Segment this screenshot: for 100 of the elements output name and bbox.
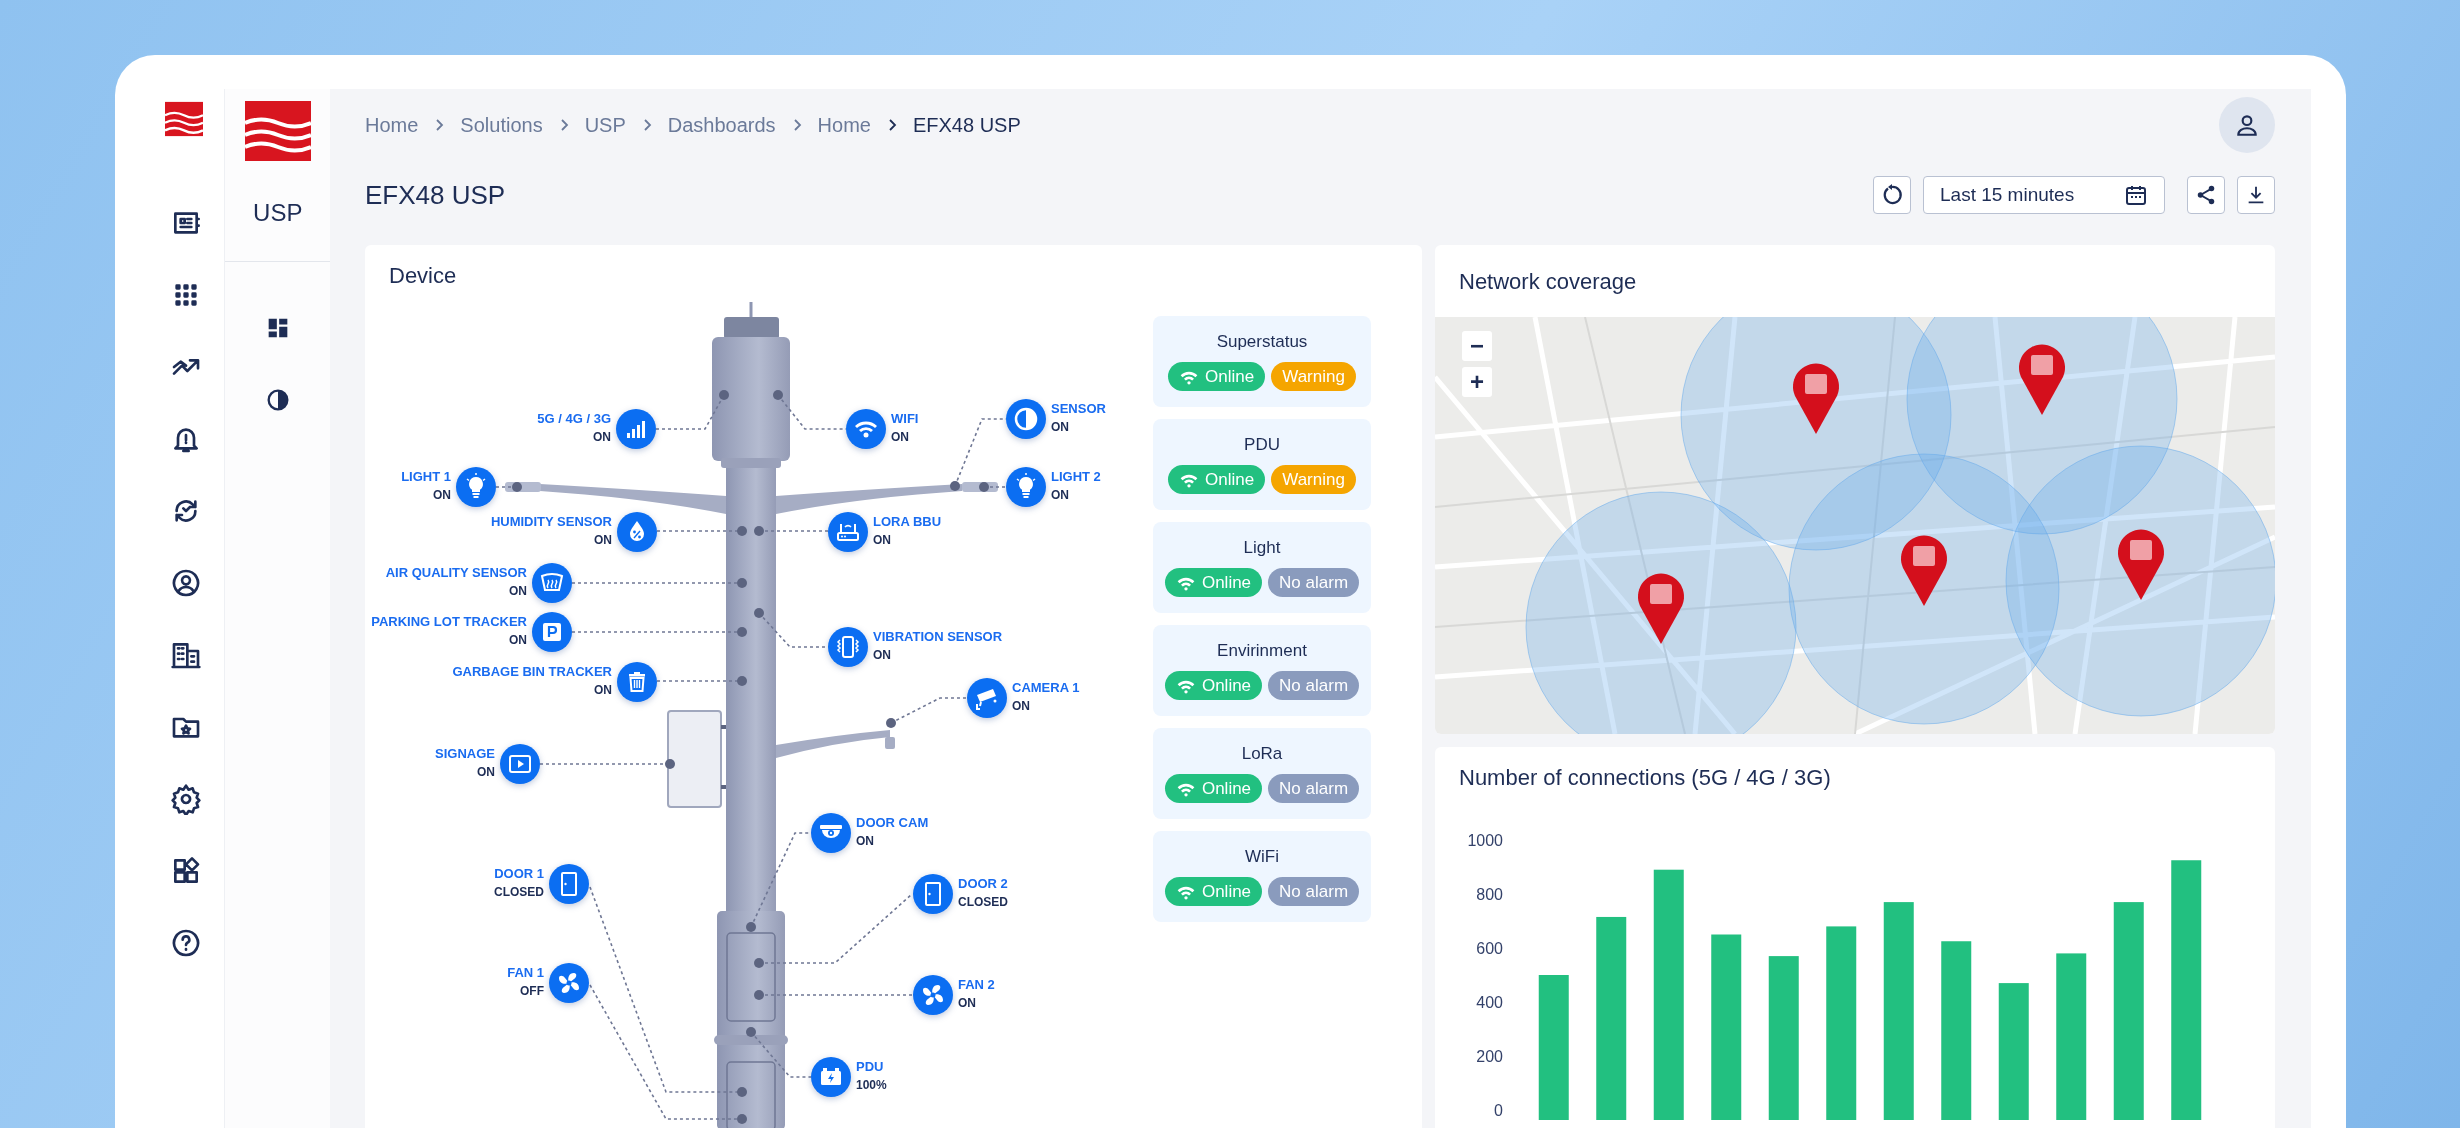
device-status: ON <box>593 429 611 446</box>
time-range-field[interactable]: Last 15 minutes <box>1923 176 2165 214</box>
breadcrumb-link[interactable]: Solutions <box>460 113 543 137</box>
device-status: CLOSED <box>958 894 1008 911</box>
leader-line <box>495 482 522 492</box>
online-badge: Online <box>1168 362 1266 391</box>
bulb-device-icon[interactable] <box>456 467 496 507</box>
map-pin-icon[interactable] <box>2019 344 2065 415</box>
status-name: WiFi <box>1245 847 1279 867</box>
axis-tick-label: 200 <box>1476 1048 1503 1065</box>
axis-tick-label: 0 <box>1494 1102 1503 1119</box>
device-status: ON <box>958 995 976 1012</box>
breadcrumb-link[interactable]: Dashboards <box>667 113 776 137</box>
avatar-button[interactable] <box>2219 97 2275 153</box>
alarm-badge: Warning <box>1271 465 1356 494</box>
zoom-out-button[interactable]: − <box>1462 331 1492 361</box>
device-status: ON <box>873 647 891 664</box>
user-icon <box>2234 112 2260 138</box>
status-name: Superstatus <box>1216 332 1308 352</box>
trash-device-icon[interactable] <box>617 662 657 702</box>
download-button[interactable] <box>2237 176 2275 214</box>
breadcrumb-link[interactable]: Home <box>817 113 871 137</box>
device-label: VIBRATION SENSOR <box>873 628 1003 646</box>
device-label: LIGHT 2 <box>1051 468 1101 486</box>
status-name: PDU <box>1244 435 1280 455</box>
alarm-badge: No alarm <box>1268 877 1360 906</box>
device-status: ON <box>594 532 612 549</box>
contrast-device-icon[interactable] <box>1006 399 1046 439</box>
device-label: LIGHT 1 <box>401 468 451 486</box>
bulb-device-icon[interactable] <box>1006 467 1046 507</box>
device-status: CLOSED <box>494 884 544 901</box>
share-button[interactable] <box>2187 176 2225 214</box>
calendar-icon <box>2124 183 2148 207</box>
alarm-badge: No alarm <box>1268 774 1360 803</box>
card-title: Device <box>388 262 458 290</box>
axis-tick-label: 600 <box>1476 940 1503 957</box>
axis-tick-label: 400 <box>1476 994 1503 1011</box>
fan-device-icon[interactable] <box>913 975 953 1015</box>
device-label: GARBAGE BIN TRACKER <box>452 663 612 681</box>
map-pin-icon[interactable] <box>1638 573 1684 644</box>
chevron-icon <box>791 118 802 132</box>
zoom-in-button[interactable]: + <box>1462 367 1492 397</box>
device-label: 5G / 4G / 3G <box>537 410 611 428</box>
map-pin-icon[interactable] <box>1901 535 1947 606</box>
screen-device-icon[interactable] <box>500 744 540 784</box>
device-status: 100% <box>856 1077 887 1094</box>
device-label: SIGNAGE <box>435 745 495 763</box>
wifi-device-icon[interactable] <box>846 409 886 449</box>
device-status: ON <box>433 487 451 504</box>
device-status: ON <box>594 682 612 699</box>
device-status: ON <box>873 532 891 549</box>
humidity-device-icon[interactable] <box>617 512 657 552</box>
device-status: ON <box>509 583 527 600</box>
device-label: DOOR 2 <box>958 875 1008 893</box>
device-label: DOOR CAM <box>856 814 929 832</box>
device-status: ON <box>1051 419 1069 436</box>
device-label: FAN 2 <box>958 976 995 994</box>
page-title: EFX48 USP <box>365 179 506 211</box>
app-name: USP <box>253 199 303 227</box>
alarm-badge: No alarm <box>1268 568 1360 597</box>
breadcrumb-link[interactable]: Home <box>365 113 419 137</box>
domecam-device-icon[interactable] <box>811 813 851 853</box>
chevron-icon <box>641 118 652 132</box>
fan-device-icon[interactable] <box>549 963 589 1003</box>
door-device-icon[interactable] <box>913 874 953 914</box>
settings-icon[interactable] <box>169 783 202 815</box>
device-label: LORA BBU <box>873 513 942 531</box>
chevron-icon <box>886 118 897 132</box>
door-device-icon[interactable] <box>549 864 589 904</box>
air-device-icon[interactable] <box>532 563 572 603</box>
map-pin-icon[interactable] <box>1793 363 1839 434</box>
device-label: CAMERA 1 <box>1012 679 1080 697</box>
device-label: PARKING LOT TRACKER <box>371 613 527 631</box>
breadcrumb-link[interactable]: EFX48 USP <box>912 113 1021 137</box>
alarm-badge: Warning <box>1271 362 1356 391</box>
device-status: ON <box>1012 698 1030 715</box>
online-badge: Online <box>1164 774 1263 803</box>
vibration-device-icon[interactable] <box>828 627 868 667</box>
chevron-icon <box>558 118 569 132</box>
device-label: WIFI <box>891 410 919 428</box>
breadcrumb-link[interactable]: USP <box>584 113 626 137</box>
status-name: LoRa <box>1241 744 1283 764</box>
online-badge: Online <box>1168 465 1266 494</box>
camera-device-icon[interactable] <box>967 678 1007 718</box>
signal-device-icon[interactable] <box>616 409 656 449</box>
refresh-button[interactable] <box>1873 176 1911 214</box>
battery-device-icon[interactable] <box>811 1057 851 1097</box>
parking-device-icon[interactable] <box>532 612 572 652</box>
axis-tick-label: 1000 <box>1467 832 1503 849</box>
alarm-badge: No alarm <box>1268 671 1360 700</box>
device-label: HUMIDITY SENSOR <box>490 513 612 531</box>
logo-icon <box>164 101 203 137</box>
map-pin-icon[interactable] <box>2118 529 2164 600</box>
router-device-icon[interactable] <box>828 512 868 552</box>
online-badge: Online <box>1164 568 1263 597</box>
status-name: Light <box>1243 538 1281 558</box>
device-label: FAN 1 <box>507 964 544 982</box>
device-status: ON <box>891 429 909 446</box>
chevron-icon <box>434 118 445 132</box>
device-status: ON <box>856 833 874 850</box>
